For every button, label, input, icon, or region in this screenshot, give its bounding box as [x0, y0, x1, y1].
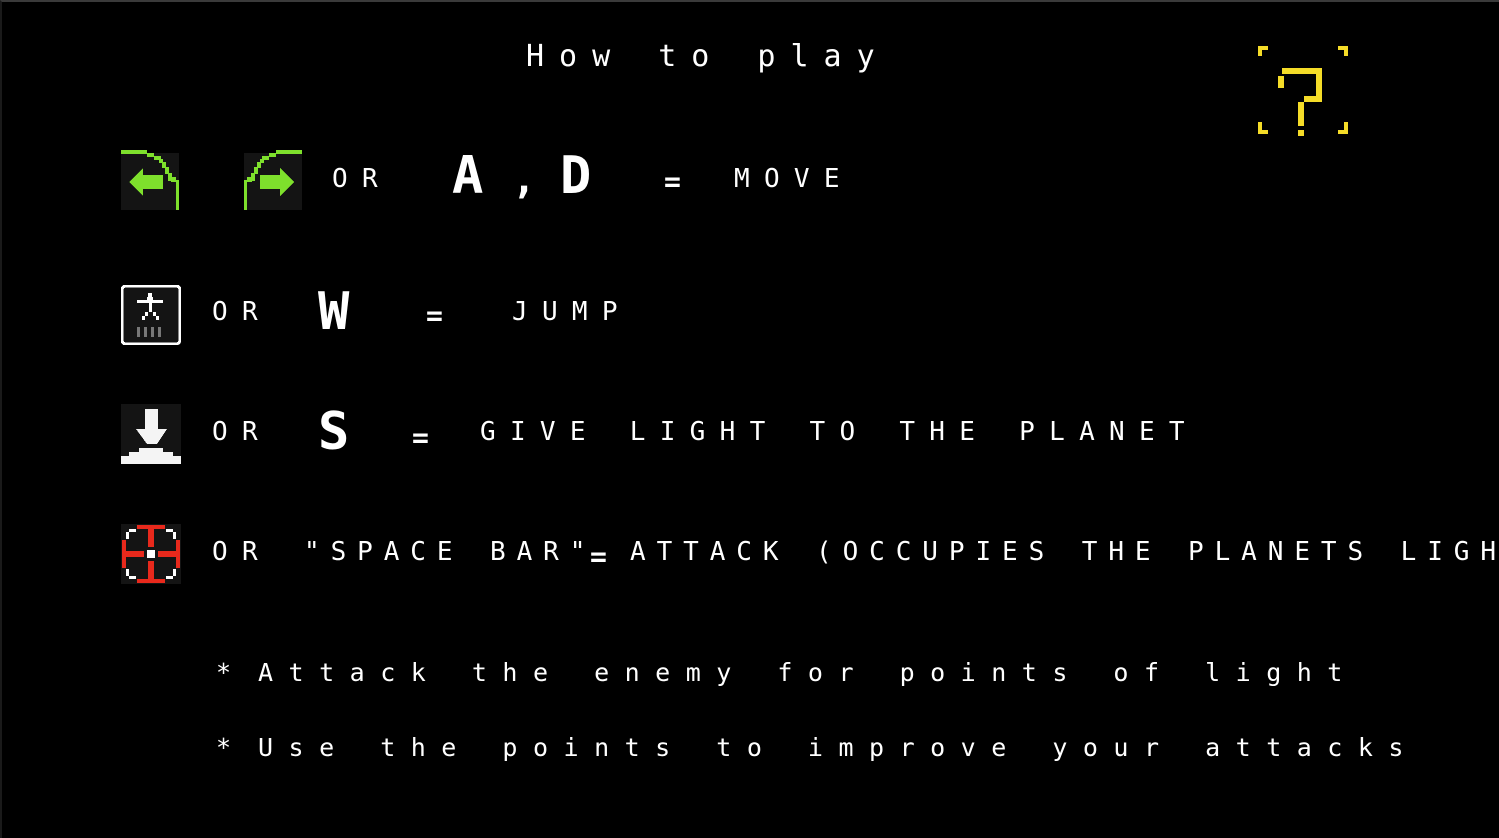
or-label: OR	[212, 417, 272, 447]
note-attack-enemy: Attack the enemy for points of light	[258, 658, 1358, 687]
key-d: D	[560, 146, 592, 206]
key-a: A	[452, 146, 484, 206]
note-bullet: *	[216, 658, 247, 687]
key-separator: ,	[512, 157, 537, 203]
right-arrow-button-icon[interactable]	[240, 150, 302, 210]
equals-sign: =	[426, 299, 443, 332]
page-title: How to play	[526, 39, 890, 74]
or-label: OR	[332, 164, 392, 194]
attack-crosshair-button-icon[interactable]	[121, 524, 181, 584]
action-jump: JUMP	[512, 297, 632, 327]
equals-sign: =	[664, 165, 681, 198]
or-label: OR	[212, 297, 272, 327]
key-space-bar: "SPACE BAR"	[304, 537, 597, 567]
or-label: OR	[212, 537, 272, 567]
key-w: W	[318, 282, 350, 342]
equals-sign: =	[412, 421, 429, 454]
note-use-points: Use the points to improve your attacks	[258, 733, 1419, 762]
action-give-light: GIVE LIGHT TO THE PLANET	[480, 417, 1199, 447]
key-s: S	[318, 402, 350, 462]
question-mark-icon[interactable]	[1256, 44, 1350, 136]
action-move: MOVE	[734, 164, 854, 194]
note-bullet: *	[216, 733, 247, 762]
give-light-down-button-icon[interactable]	[121, 404, 181, 466]
left-arrow-button-icon[interactable]	[121, 150, 183, 210]
jump-button-icon[interactable]	[121, 285, 181, 345]
equals-sign: =	[590, 540, 607, 573]
action-attack: ATTACK (OCCUPIES THE PLANETS LIGHT)	[630, 537, 1499, 567]
